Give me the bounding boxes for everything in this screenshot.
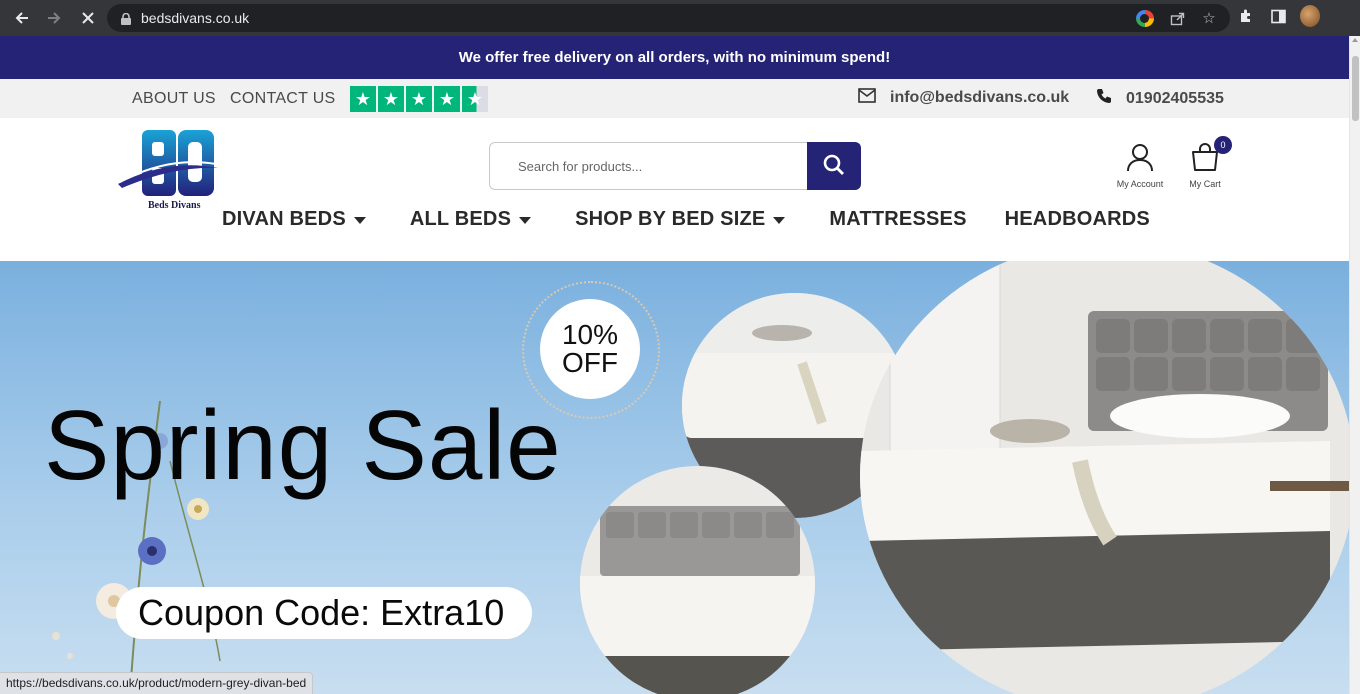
contact-us-link[interactable]: CONTACT US: [230, 90, 336, 108]
star-icon: ★: [378, 86, 404, 112]
profile-avatar[interactable]: [1300, 5, 1320, 27]
bookmark-star-icon[interactable]: ☆: [1200, 9, 1218, 27]
announcement-bar: We offer free delivery on all orders, wi…: [0, 36, 1349, 79]
bed-image-large: [860, 261, 1349, 694]
contact-phone[interactable]: 01902405535: [1096, 88, 1224, 109]
star-icon: ★: [406, 86, 432, 112]
nav-label: DIVAN BEDS: [222, 207, 346, 230]
nav-label: SHOP BY BED SIZE: [575, 207, 766, 230]
search-button[interactable]: [807, 142, 861, 190]
star-icon: ★: [434, 86, 460, 112]
bed-image-small-bottom: [580, 466, 815, 694]
address-url[interactable]: bedsdivans.co.uk: [141, 10, 249, 26]
site-logo[interactable]: Beds Divans: [118, 128, 218, 214]
hero-banner[interactable]: 10% OFF Spring Sale Coupon Code: Extra10: [0, 261, 1349, 694]
my-cart-label: My Cart: [1189, 179, 1221, 189]
caret-down-icon: [353, 217, 366, 224]
user-icon: [1125, 144, 1155, 176]
search-icon: [823, 154, 845, 179]
site-header: Beds Divans My Account 0 My Cart: [0, 118, 1349, 261]
stop-loading-icon[interactable]: [74, 4, 102, 32]
caret-down-icon: [773, 217, 786, 224]
phone-icon: [1096, 88, 1112, 109]
discount-percent: 10%: [561, 319, 619, 350]
extensions-icon[interactable]: [1236, 8, 1256, 24]
lock-icon: [121, 12, 131, 25]
half-star-icon: ★: [462, 86, 488, 112]
nav-shop-by-bed-size[interactable]: SHOP BY BED SIZE: [575, 207, 786, 231]
side-panel-icon[interactable]: [1268, 9, 1288, 24]
status-bar-url: https://bedsdivans.co.uk/product/modern-…: [0, 672, 314, 694]
forward-icon[interactable]: [40, 4, 68, 32]
nav-label: ALL BEDS: [409, 207, 512, 230]
main-navigation: DIVAN BEDS ALL BEDS SHOP BY BED SIZE MAT…: [222, 204, 1150, 234]
browser-toolbar: bedsdivans.co.uk ☆: [0, 0, 1360, 36]
phone-text[interactable]: 01902405535: [1126, 90, 1224, 108]
share-icon[interactable]: [1168, 11, 1186, 26]
nav-all-beds[interactable]: ALL BEDS: [409, 207, 532, 231]
my-account-label: My Account: [1116, 179, 1164, 189]
logo-text: Beds Divans: [148, 200, 201, 211]
shopping-bag-icon: [1190, 143, 1220, 176]
my-account-button[interactable]: My Account: [1110, 142, 1170, 189]
nav-divan-beds[interactable]: DIVAN BEDS: [222, 208, 366, 231]
my-cart-button[interactable]: 0 My Cart: [1182, 136, 1232, 189]
trustpilot-rating[interactable]: ★ ★ ★ ★ ★: [350, 86, 488, 112]
nav-label: MATTRESSES: [829, 207, 967, 230]
address-bar[interactable]: bedsdivans.co.uk ☆: [107, 4, 1230, 32]
discount-off: OFF: [562, 347, 618, 378]
mail-icon: [858, 88, 876, 108]
contact-email[interactable]: info@bedsdivans.co.uk: [858, 88, 1069, 108]
discount-badge: 10% OFF: [540, 299, 640, 399]
nav-headboards[interactable]: HEADBOARDS: [1005, 208, 1150, 231]
hero-title: Spring Sale: [44, 390, 562, 500]
nav-label: HEADBOARDS: [1004, 207, 1150, 230]
coupon-code: Coupon Code: Extra10: [116, 587, 532, 639]
top-bar: ABOUT US CONTACT US ★ ★ ★ ★ ★ info@bedsd…: [0, 79, 1349, 118]
search-input[interactable]: [489, 142, 807, 190]
cart-count-badge: 0: [1214, 136, 1232, 154]
star-icon: ★: [350, 86, 376, 112]
email-text[interactable]: info@bedsdivans.co.uk: [890, 89, 1069, 107]
scroll-thumb[interactable]: [1352, 56, 1359, 121]
web-page: We offer free delivery on all orders, wi…: [0, 36, 1349, 694]
scroll-up-icon[interactable]: [1352, 38, 1358, 42]
search-form: [489, 142, 861, 190]
nav-mattresses[interactable]: MATTRESSES: [829, 208, 966, 231]
google-lens-icon[interactable]: [1136, 9, 1154, 27]
about-us-link[interactable]: ABOUT US: [132, 90, 216, 108]
caret-down-icon: [519, 217, 532, 224]
page-scrollbar[interactable]: [1349, 36, 1360, 694]
back-icon[interactable]: [8, 4, 36, 32]
